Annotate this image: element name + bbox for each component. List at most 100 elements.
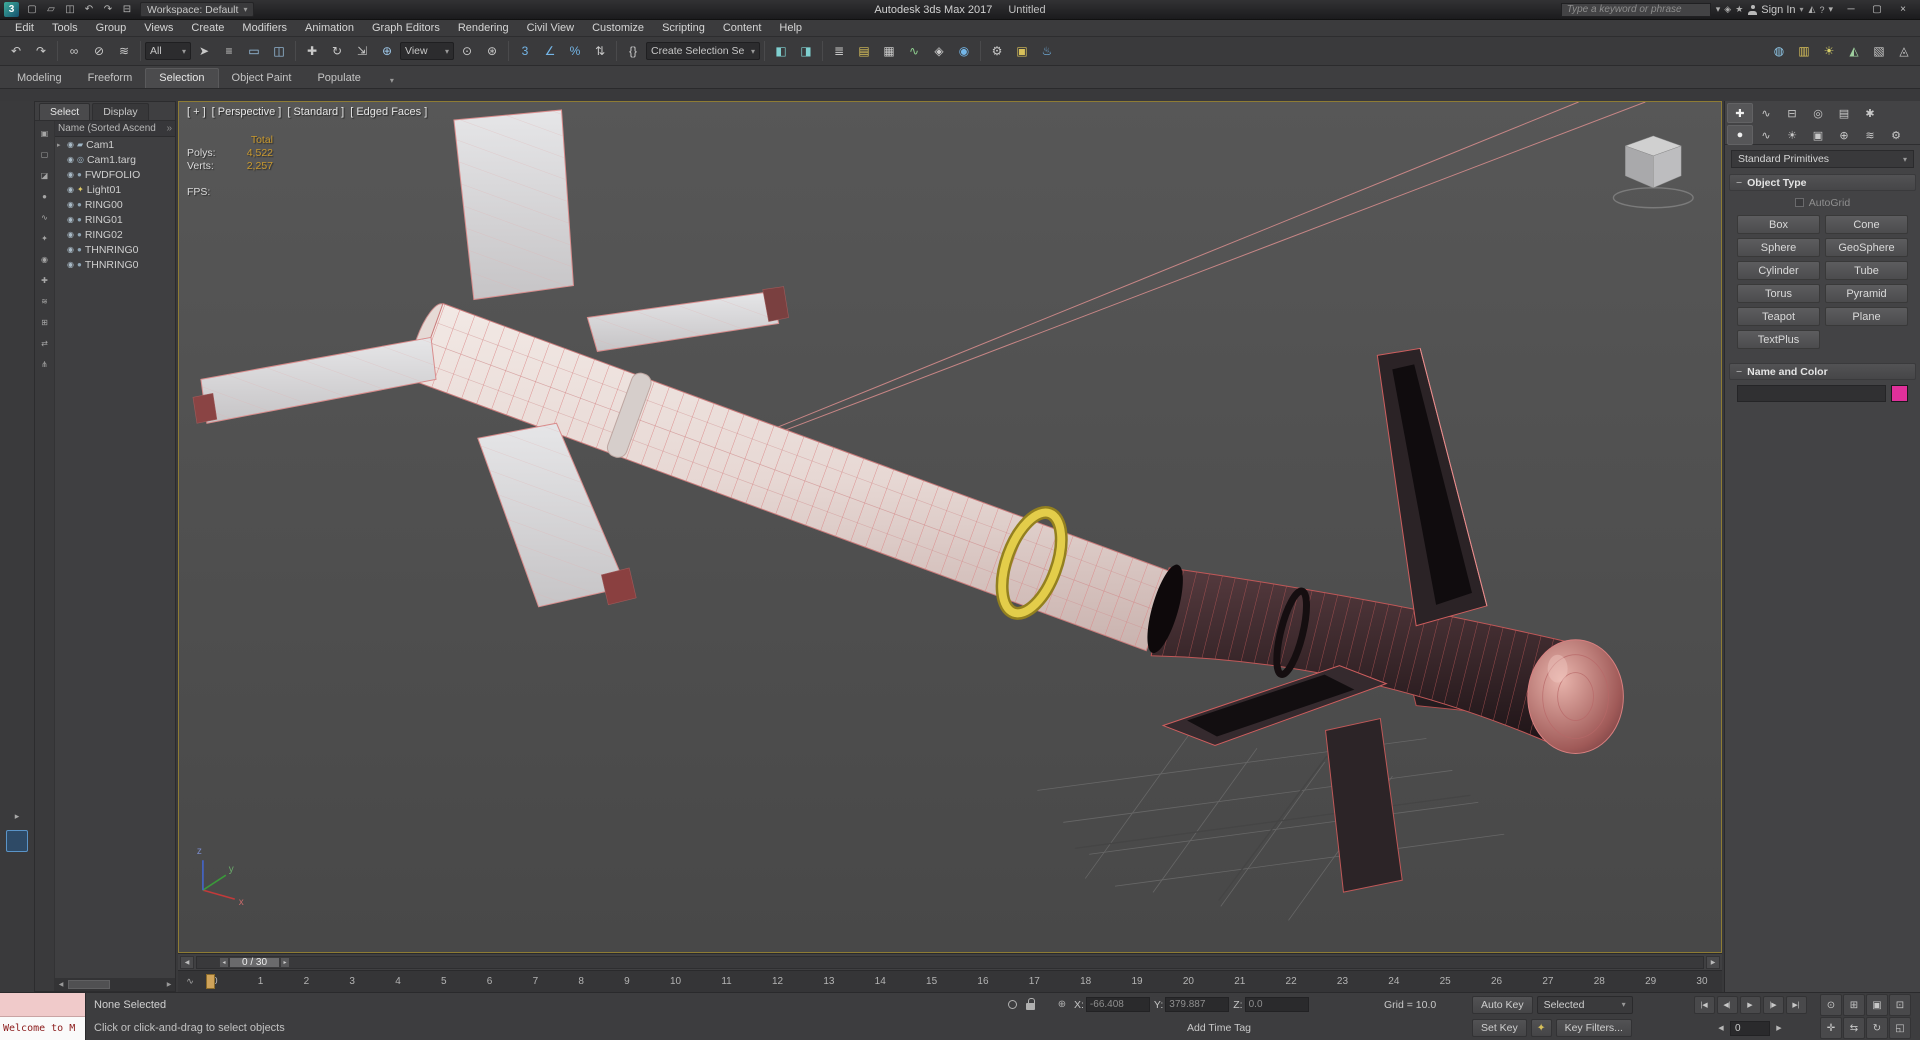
frame-tick-8[interactable]: 8	[578, 976, 584, 987]
frame-tick-16[interactable]: 16	[977, 976, 988, 987]
play-animation-button[interactable]: ▶	[1739, 995, 1761, 1014]
frame-tick-11[interactable]: 11	[721, 976, 731, 987]
viewport-layout-tab[interactable]	[6, 830, 28, 852]
explorer-hscrollbar[interactable]: ◀ ▶	[55, 978, 175, 991]
menu-tools[interactable]: Tools	[43, 21, 87, 35]
ribbon-tab-object-paint[interactable]: Object Paint	[219, 69, 305, 88]
add-time-tag[interactable]: Add Time Tag	[1187, 1022, 1251, 1034]
zoom-button[interactable]: ⊙	[1820, 994, 1842, 1016]
help-icon[interactable]: ?	[1819, 4, 1824, 15]
previous-frame-button[interactable]: ◀|	[1716, 995, 1738, 1014]
default-lighting-icon[interactable]: ☀	[1817, 39, 1841, 63]
utilities-tab[interactable]: ✱	[1857, 103, 1883, 123]
viewport-canvas[interactable]: x y z	[179, 102, 1721, 952]
key-filters-button[interactable]: Key Filters...	[1555, 1019, 1632, 1038]
select-and-move-icon[interactable]: ✚	[300, 39, 324, 63]
primitive-geosphere-button[interactable]: GeoSphere	[1825, 238, 1908, 257]
edit-named-selection-sets-icon[interactable]: {}	[621, 39, 645, 63]
viewport-edged-faces-label[interactable]: [ Edged Faces ]	[350, 106, 427, 118]
ribbon-tab-selection[interactable]: Selection	[145, 68, 219, 88]
visibility-eye-icon[interactable]: ◉	[67, 200, 74, 209]
percent-snap-toggle-icon[interactable]: %	[563, 39, 587, 63]
filter-groups-icon[interactable]: ⊞	[38, 316, 52, 329]
scrollbar-thumb[interactable]	[68, 980, 111, 989]
expander-icon[interactable]: ▸	[57, 141, 64, 149]
display-none-icon[interactable]: ▢	[38, 148, 52, 161]
maxscript-mini-listener[interactable]: Welcome to M	[0, 993, 86, 1040]
hierarchy-tab[interactable]: ⊟	[1779, 103, 1805, 123]
menu-scripting[interactable]: Scripting	[653, 21, 714, 35]
frame-tick-28[interactable]: 28	[1594, 976, 1605, 987]
visibility-eye-icon[interactable]: ◉	[67, 155, 74, 164]
frame-tick-6[interactable]: 6	[487, 976, 493, 987]
menu-customize[interactable]: Customize	[583, 21, 653, 35]
frame-tick-30[interactable]: 30	[1696, 976, 1707, 987]
filter-xrefs-icon[interactable]: ⇄	[38, 337, 52, 350]
display-all-icon[interactable]: ▣	[38, 127, 52, 140]
systems-category[interactable]: ⚙	[1883, 125, 1909, 145]
visibility-eye-icon[interactable]: ◉	[67, 230, 74, 239]
frame-tick-29[interactable]: 29	[1645, 976, 1656, 987]
slider-left-end-button[interactable]: ◀	[180, 955, 194, 969]
viewport-general-menu[interactable]: [ + ]	[187, 106, 206, 118]
help-menu-icon[interactable]: ▾	[1828, 4, 1833, 15]
ribbon-tab-populate[interactable]: Populate	[304, 69, 373, 88]
scene-object-row[interactable]: ▸ ◉ ▰ Cam1	[55, 137, 175, 152]
motion-tab[interactable]: ◎	[1805, 103, 1831, 123]
menu-create[interactable]: Create	[182, 21, 233, 35]
undo-icon[interactable]: ↶	[80, 2, 98, 18]
new-scene-icon[interactable]: ▢	[23, 2, 41, 18]
menu-edit[interactable]: Edit	[6, 21, 43, 35]
frame-tick-10[interactable]: 10	[670, 976, 681, 987]
save-file-icon[interactable]: ◫	[61, 2, 79, 18]
menu-rendering[interactable]: Rendering	[449, 21, 518, 35]
lights-category[interactable]: ☀	[1779, 125, 1805, 145]
frame-tick-9[interactable]: 9	[624, 976, 630, 987]
x-coordinate-field[interactable]: -66.408	[1085, 997, 1150, 1013]
primitive-category-dropdown[interactable]: Standard Primitives ▾	[1731, 150, 1914, 168]
zoom-extents-all-button[interactable]: ⊡	[1889, 994, 1911, 1016]
snaps-toggle-icon[interactable]: 3	[513, 39, 537, 63]
mini-curve-editor-button[interactable]: ∿	[182, 975, 198, 989]
frame-tick-15[interactable]: 15	[926, 976, 937, 987]
menu-graph-editors[interactable]: Graph Editors	[363, 21, 449, 35]
filter-helpers-icon[interactable]: ✚	[38, 274, 52, 287]
frame-tick-27[interactable]: 27	[1542, 976, 1553, 987]
toggle-layer-explorer-icon[interactable]: ▤	[852, 39, 876, 63]
frame-ruler[interactable]: 0123456789101112131415161718192021222324…	[198, 976, 1722, 987]
orbit-button[interactable]: ↻	[1866, 1017, 1888, 1039]
geometry-category[interactable]: ●	[1727, 125, 1753, 145]
explorer-tab-select[interactable]: Select	[39, 103, 91, 120]
environment-effects-icon[interactable]: ◭	[1842, 39, 1866, 63]
frame-tick-5[interactable]: 5	[441, 976, 447, 987]
maximize-button[interactable]: ▢	[1864, 1, 1890, 18]
transform-type-in-icon[interactable]: ⊕	[1054, 999, 1070, 1010]
frame-tick-13[interactable]: 13	[823, 976, 834, 987]
frame-tick-3[interactable]: 3	[349, 976, 355, 987]
project-folder-icon[interactable]: ⊟	[118, 2, 136, 18]
viewport-shading-menu[interactable]: [ Standard ]	[287, 106, 344, 118]
object-color-swatch[interactable]	[1891, 385, 1908, 402]
frame-tick-14[interactable]: 14	[875, 976, 886, 987]
select-and-manipulate-icon[interactable]: ⊛	[480, 39, 504, 63]
primitive-textplus-button[interactable]: TextPlus	[1737, 330, 1820, 349]
bind-to-space-warp-icon[interactable]: ≋	[112, 39, 136, 63]
time-slider-handle[interactable]: ◂ 0 / 30 ▸	[219, 956, 291, 968]
open-panel-icon[interactable]: ▸	[8, 808, 26, 824]
scroll-right-icon[interactable]: ▶	[163, 981, 175, 988]
maximize-viewport-toggle-button[interactable]: ◱	[1889, 1017, 1911, 1039]
space-warps-category[interactable]: ≋	[1857, 125, 1883, 145]
filter-bones-icon[interactable]: ⋔	[38, 358, 52, 371]
filter-geometry-icon[interactable]: ●	[38, 190, 52, 203]
scene-object-row[interactable]: ◉ ● THNRING0	[55, 257, 175, 272]
frame-tick-4[interactable]: 4	[395, 976, 401, 987]
menu-content[interactable]: Content	[714, 21, 771, 35]
column-options-icon[interactable]: »	[166, 123, 172, 134]
selection-filter-dropdown[interactable]: All ▾	[145, 42, 191, 60]
layer-states-icon[interactable]: ◬	[1892, 39, 1916, 63]
frame-tick-23[interactable]: 23	[1337, 976, 1348, 987]
go-to-end-button[interactable]: ▶|	[1785, 995, 1807, 1014]
helpers-category[interactable]: ⊕	[1831, 125, 1857, 145]
next-frame-nub[interactable]: ▸	[280, 956, 291, 968]
frame-tick-17[interactable]: 17	[1029, 976, 1040, 987]
